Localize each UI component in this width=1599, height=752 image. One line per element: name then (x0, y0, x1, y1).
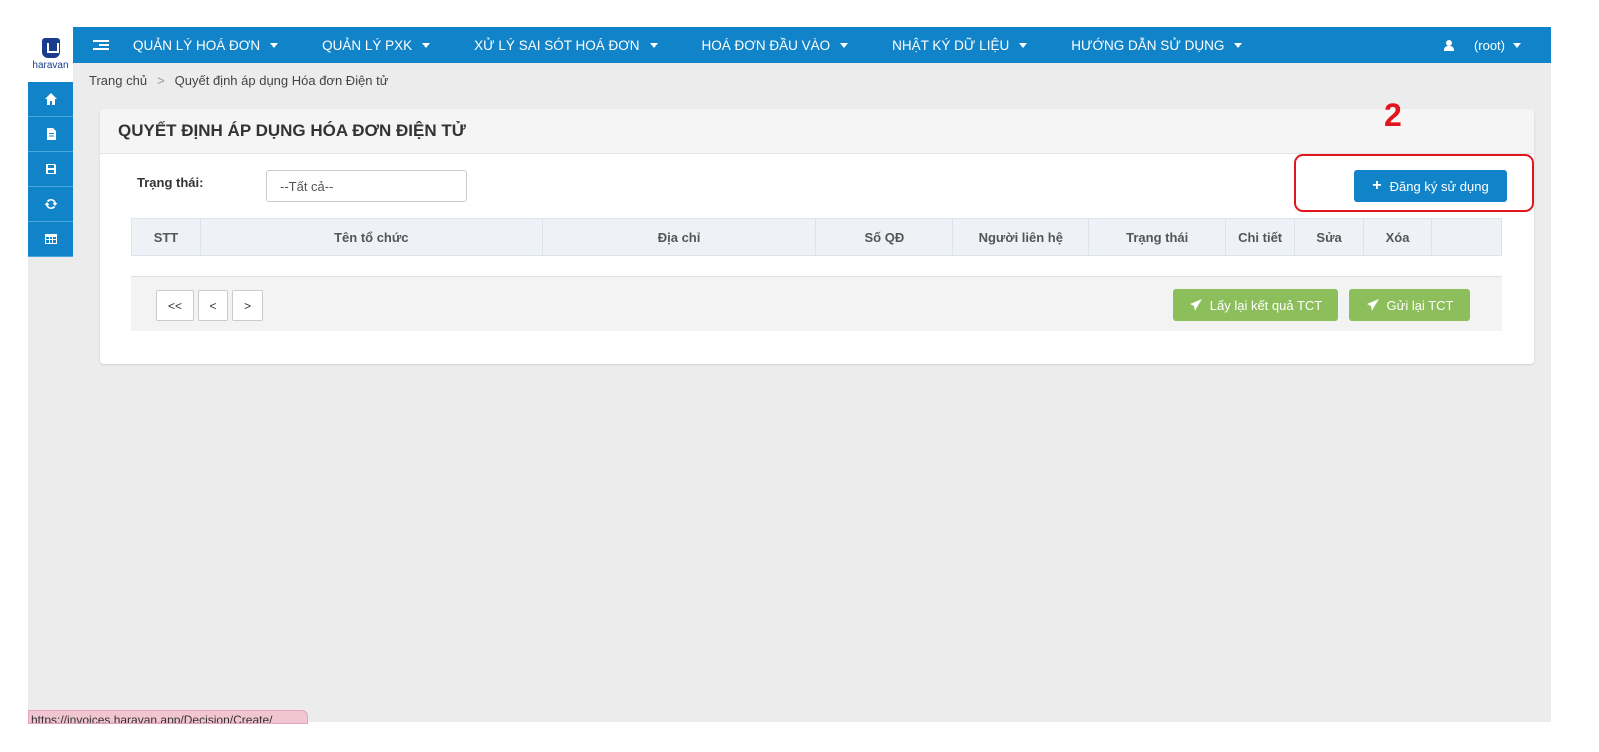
col-stt[interactable]: STT (131, 218, 201, 256)
caret-down-icon (840, 42, 849, 48)
col-status[interactable]: Trạng thái (1088, 218, 1227, 256)
send-icon (1366, 299, 1379, 311)
col-select (1431, 218, 1502, 256)
panel-header: QUYẾT ĐỊNH ÁP DỤNG HÓA ĐƠN ĐIỆN TỬ (100, 109, 1534, 154)
breadcrumb: Trang chủ > Quyết định áp dụng Hóa đơn Đ… (89, 73, 388, 88)
nav-label: QUẢN LÝ HOÁ ĐƠN (133, 37, 261, 53)
refresh-icon (44, 198, 57, 210)
next-page-button[interactable]: > (232, 290, 263, 321)
caret-down-icon (1513, 42, 1521, 48)
user-name: (root) (1473, 37, 1505, 53)
nav-label: HOÁ ĐƠN ĐẦU VÀO (701, 37, 831, 53)
col-detail[interactable]: Chi tiết (1225, 218, 1296, 256)
caret-down-icon (422, 42, 431, 48)
col-delete[interactable]: Xóa (1363, 218, 1432, 256)
status-filter-select[interactable]: --Tất cả-- (266, 170, 467, 202)
decision-table: STT Tên tổ chức Địa chỉ Số QĐ Người liên… (131, 218, 1502, 256)
menu-toggle-icon[interactable] (93, 40, 109, 50)
nav-invoice-error-handling[interactable]: XỬ LÝ SAI SÓT HOÁ ĐƠN (474, 37, 658, 53)
decision-panel: QUYẾT ĐỊNH ÁP DỤNG HÓA ĐƠN ĐIỆN TỬ Trạng… (100, 97, 1534, 364)
first-page-button[interactable]: << (156, 290, 194, 321)
prev-page-button[interactable]: < (198, 290, 228, 321)
logo-text: haravan (32, 60, 69, 71)
send-icon (1189, 299, 1202, 311)
resend-tct-button[interactable]: Gửi lại TCT (1349, 289, 1470, 321)
register-button-label: Đăng ký sử dụng (1389, 178, 1489, 194)
nav-label: NHẬT KÝ DỮ LIỆU (892, 37, 1010, 53)
fetch-tct-result-button[interactable]: Lấy lại kết quả TCT (1173, 289, 1338, 321)
save-icon (45, 164, 56, 174)
plus-icon: + (1372, 177, 1382, 194)
nav-label: XỬ LÝ SAI SÓT HOÁ ĐƠN (474, 37, 640, 53)
nav-data-log[interactable]: NHẬT KÝ DỮ LIỆU (892, 37, 1028, 53)
status-filter-label: Trạng thái: (137, 175, 204, 190)
col-decision-number[interactable]: Số QĐ (815, 218, 954, 256)
pagination-bar: << < > Lấy lại kết quả TCT Gửi lại TCT (131, 276, 1502, 331)
breadcrumb-separator: > (157, 73, 165, 88)
register-button[interactable]: + Đăng ký sử dụng (1354, 170, 1507, 202)
nav-invoice-management[interactable]: QUẢN LÝ HOÁ ĐƠN (133, 37, 279, 53)
table-header-row: STT Tên tổ chức Địa chỉ Số QĐ Người liên… (131, 218, 1502, 256)
col-address[interactable]: Địa chỉ (541, 218, 817, 256)
top-navigation: QUẢN LÝ HOÁ ĐƠN QUẢN LÝ PXK XỬ LÝ SAI SÓ… (73, 27, 1551, 63)
user-icon (1443, 39, 1454, 51)
col-contact-person[interactable]: Người liên hệ (952, 218, 1090, 256)
status-bar-url: https://invoices.haravan.app/Decision/Cr… (28, 710, 308, 724)
caret-down-icon (1019, 42, 1028, 48)
page-title: QUYẾT ĐỊNH ÁP DỤNG HÓA ĐƠN ĐIỆN TỬ (118, 121, 466, 140)
sidebar-item-save[interactable] (28, 152, 73, 187)
fetch-tct-result-label: Lấy lại kết quả TCT (1209, 297, 1323, 313)
sidebar-item-home[interactable] (28, 82, 73, 117)
caret-down-icon (270, 42, 279, 48)
caret-down-icon (649, 42, 658, 48)
sidebar-item-document[interactable] (28, 117, 73, 152)
logo-icon (41, 38, 60, 58)
nav-label: QUẢN LÝ PXK (322, 37, 413, 53)
sidebar-item-refresh[interactable] (28, 187, 73, 222)
home-icon (44, 93, 57, 105)
breadcrumb-home[interactable]: Trang chủ (89, 73, 147, 88)
nav-pxk-management[interactable]: QUẢN LÝ PXK (322, 37, 431, 53)
sidebar-item-table[interactable] (28, 222, 73, 257)
haravan-logo[interactable]: haravan (28, 27, 73, 82)
user-menu[interactable]: (root) (1443, 27, 1521, 63)
col-edit[interactable]: Sửa (1294, 218, 1365, 256)
sidebar (28, 82, 73, 257)
nav-label: HƯỚNG DẪN SỬ DỤNG (1071, 37, 1225, 53)
resend-tct-label: Gửi lại TCT (1386, 297, 1454, 313)
col-organization-name[interactable]: Tên tổ chức (199, 218, 543, 256)
nav-input-invoices[interactable]: HOÁ ĐƠN ĐẦU VÀO (702, 38, 849, 53)
nav-user-guide[interactable]: HƯỚNG DẪN SỬ DỤNG (1071, 37, 1243, 53)
caret-down-icon (1234, 42, 1243, 48)
table-icon (44, 234, 57, 244)
document-icon (46, 128, 56, 140)
breadcrumb-current: Quyết định áp dụng Hóa đơn Điện tử (174, 73, 389, 88)
annotation-number: 2 (1384, 97, 1402, 133)
